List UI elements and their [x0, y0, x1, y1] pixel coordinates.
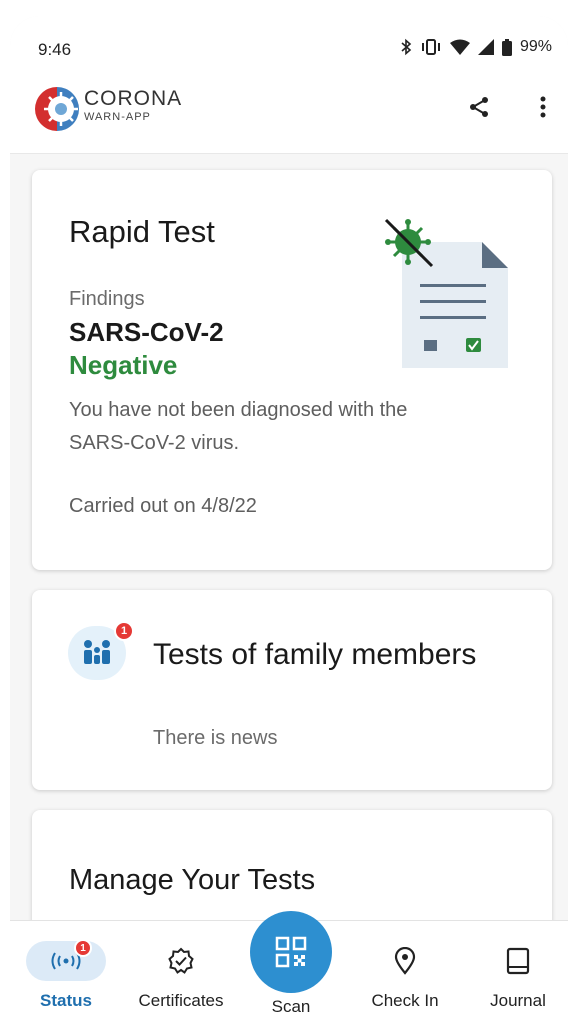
nav-certificates-label: Certificates [138, 991, 224, 1010]
more-vert-icon [540, 96, 546, 118]
nav-certificates-icon-wrap [141, 941, 221, 981]
qr-scan-icon [275, 936, 307, 968]
test-document-illustration-icon [384, 218, 508, 368]
nav-journal-label: Journal [490, 991, 546, 1010]
nav-status[interactable]: 1 Status [26, 921, 106, 1019]
manage-tests-title: Manage Your Tests [69, 864, 316, 896]
status-time: 9:46 [38, 40, 72, 59]
more-options-button[interactable] [526, 90, 560, 124]
logo-subtitle: WARN-APP [84, 111, 151, 123]
battery-level: 99% [519, 38, 552, 55]
nav-check-in[interactable]: Check In [360, 921, 450, 1019]
scan-button[interactable] [250, 911, 332, 993]
result-description: You have not been diagnosed with the SAR… [69, 399, 408, 454]
status-notification-badge: 1 [74, 939, 92, 957]
family-notification-badge: 1 [114, 621, 134, 641]
nav-journal-icon-wrap [478, 941, 558, 981]
bottom-navigation: 1 Status Certificates Scan Check In Jour… [10, 911, 568, 1019]
virus-name: SARS-CoV-2 [69, 317, 224, 347]
app-header: CORONA WARN-APP [10, 78, 568, 154]
nav-journal[interactable]: Journal [476, 921, 560, 1019]
vibrate-icon [421, 39, 440, 55]
journal-book-icon [506, 947, 530, 975]
nav-scan-label: Scan [271, 997, 311, 1016]
signal-icon [477, 39, 494, 55]
certificate-icon [168, 947, 194, 974]
logo-text: CORONA WARN-APP [84, 88, 182, 124]
phone-screen: 9:46 99% CORONA WARN-APP Rapid Test Find… [10, 16, 568, 1019]
location-pin-icon [394, 947, 416, 975]
share-icon [470, 97, 488, 117]
bluetooth-icon [401, 38, 412, 56]
test-result: Negative [69, 350, 178, 380]
status-bar: 9:46 99% [10, 16, 568, 78]
nav-check-in-label: Check In [371, 991, 439, 1010]
logo-name: CORONA [84, 87, 183, 110]
rapid-test-card[interactable]: Rapid Test Findings SARS-CoV-2 Negative … [32, 170, 552, 570]
share-button[interactable] [462, 90, 496, 124]
findings-label: Findings [69, 288, 145, 310]
top-bar: 9:46 99% CORONA WARN-APP [10, 16, 568, 154]
nav-status-icon-wrap: 1 [26, 939, 106, 981]
wifi-icon [449, 39, 470, 55]
nav-status-label: Status [40, 991, 92, 1010]
status-icons: 99% [400, 38, 552, 56]
corona-warn-logo-icon [35, 87, 79, 131]
family-tests-subtitle: There is news [153, 727, 278, 749]
battery-icon [501, 38, 512, 56]
test-date: Carried out on 4/8/22 [69, 495, 257, 517]
family-tests-card[interactable]: 1 Tests of family members There is news [32, 590, 552, 790]
nav-certificates[interactable]: Certificates [122, 921, 240, 1019]
family-tests-title: Tests of family members [153, 638, 477, 671]
nav-check-in-icon-wrap [365, 941, 445, 981]
test-card-title: Rapid Test [69, 214, 215, 249]
